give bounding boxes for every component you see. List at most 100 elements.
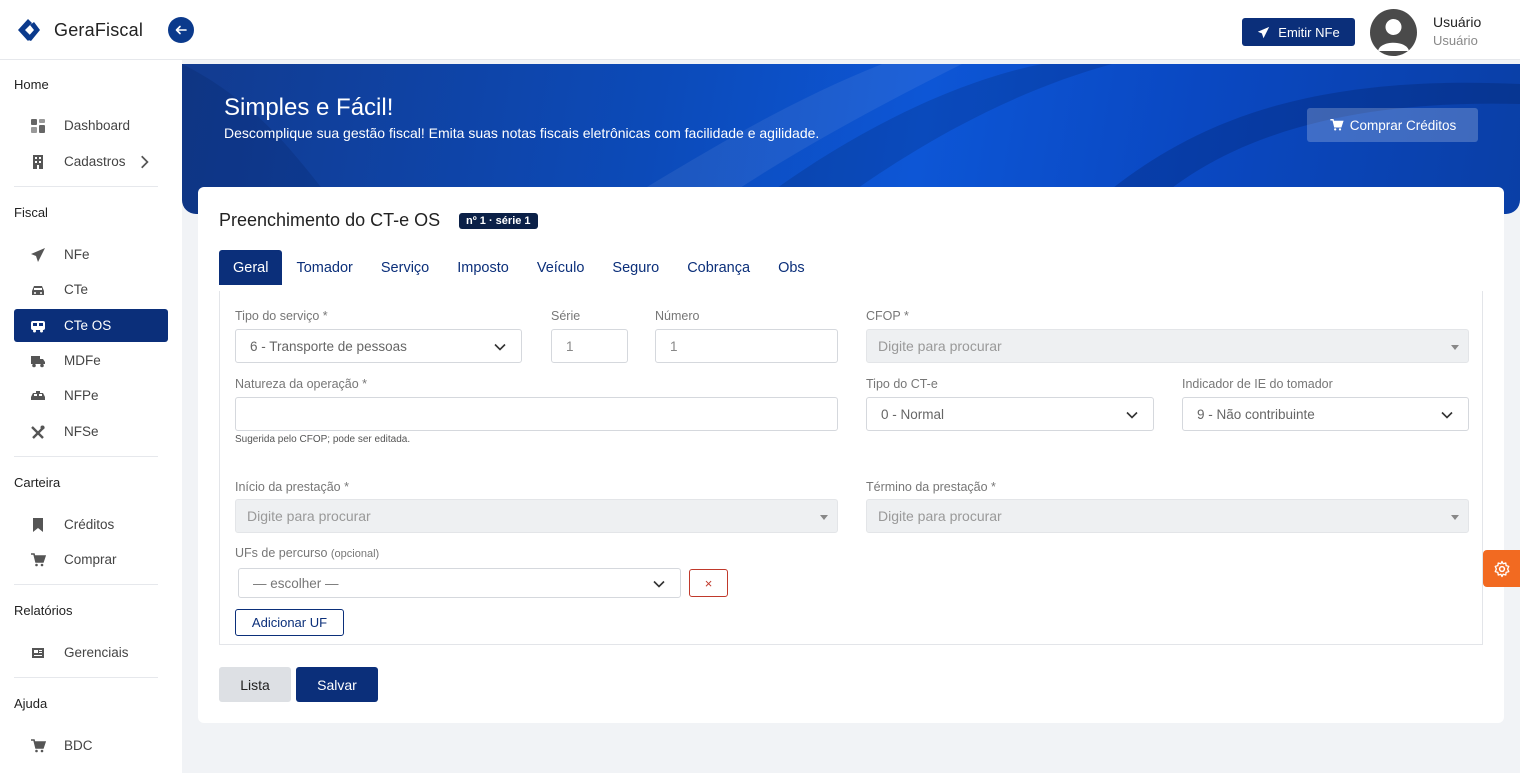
indicador-ie-value: 9 - Não contribuinte <box>1197 406 1315 422</box>
chevron-down-icon <box>653 580 665 588</box>
paper-plane-icon <box>31 247 45 262</box>
natureza-label: Natureza da operação * <box>235 377 368 391</box>
sidebar-item-cte[interactable]: CTe <box>14 273 168 306</box>
sidebar-section-ajuda: Ajuda <box>14 696 48 711</box>
tab-seguro[interactable]: Seguro <box>598 250 673 285</box>
tipo-servico-label: Tipo do serviço * <box>235 309 328 323</box>
caret-down-icon <box>820 515 828 520</box>
tab-cobranca[interactable]: Cobrança <box>673 250 764 285</box>
bookmark-icon <box>33 517 43 532</box>
truck-icon <box>31 355 45 367</box>
sidebar-section-fiscal: Fiscal <box>14 205 48 220</box>
sidebar-item-cte-os[interactable]: CTe OS <box>14 309 168 342</box>
termino-placeholder: Digite para procurar <box>878 508 1002 524</box>
cart-icon <box>1330 119 1344 131</box>
user-role: Usuário <box>1433 33 1478 48</box>
tab-servico[interactable]: Serviço <box>367 250 443 285</box>
sidebar-item-label: NFe <box>64 247 90 262</box>
brand-name: GeraFiscal <box>54 19 144 40</box>
inicio-placeholder: Digite para procurar <box>247 508 371 524</box>
save-button[interactable]: Salvar <box>296 667 378 702</box>
termino-search-select[interactable]: Digite para procurar <box>866 499 1469 533</box>
sidebar-item-label: Créditos <box>64 517 115 532</box>
settings-floating-button[interactable] <box>1483 550 1520 587</box>
numero-input[interactable]: 1 <box>655 329 838 363</box>
cfop-search-select[interactable]: Digite para procurar <box>866 329 1469 363</box>
tipo-servico-value: 6 - Transporte de pessoas <box>250 338 407 354</box>
emit-nfe-button[interactable]: Emitir NFe <box>1242 18 1355 46</box>
add-uf-button[interactable]: Adicionar UF <box>235 609 344 636</box>
indicador-ie-select[interactable]: 9 - Não contribuinte <box>1182 397 1469 431</box>
gear-icon <box>1494 560 1509 577</box>
chevron-down-icon <box>1441 411 1453 419</box>
tipo-cte-select[interactable]: 0 - Normal <box>866 397 1154 431</box>
sidebar-item-label: BDC <box>64 738 93 753</box>
cfop-label: CFOP * <box>866 309 909 323</box>
ufs-label: UFs de percurso (opcional) <box>235 546 379 560</box>
buy-credits-button[interactable]: Comprar Créditos <box>1307 108 1478 142</box>
tab-obs[interactable]: Obs <box>764 250 819 285</box>
cfop-placeholder: Digite para procurar <box>878 338 1002 354</box>
chevron-right-icon <box>141 155 149 169</box>
buy-credits-label: Comprar Créditos <box>1349 117 1457 133</box>
gerafiscal-logo-icon <box>18 19 40 41</box>
sidebar-section-home: Home <box>14 77 49 92</box>
divider <box>14 186 158 187</box>
sidebar-item-nfpe[interactable]: NFPe <box>14 379 168 412</box>
list-button[interactable]: Lista <box>219 667 291 702</box>
sidebar-item-label: NFPe <box>64 388 99 403</box>
natureza-input[interactable] <box>235 397 838 431</box>
inicio-search-select[interactable]: Digite para procurar <box>235 499 838 533</box>
cart-icon <box>31 738 46 752</box>
car-icon <box>32 285 44 295</box>
document-number-badge: nº 1 · série 1 <box>459 213 538 229</box>
divider <box>14 584 158 585</box>
tab-geral[interactable]: Geral <box>219 250 283 285</box>
sidebar-item-label: CTe OS <box>64 318 112 333</box>
sidebar-item-comprar[interactable]: Comprar <box>14 543 168 576</box>
tab-panel-geral: Tipo do serviço * 6 - Transporte de pess… <box>219 291 1483 645</box>
uf-percurso-value: — escolher — <box>253 575 339 591</box>
sidebar-item-bdc[interactable]: BDC <box>14 729 168 762</box>
serie-label: Série <box>551 309 581 323</box>
divider <box>14 456 158 457</box>
cart-icon <box>31 552 46 566</box>
sidebar-item-nfse[interactable]: NFSe <box>14 415 168 448</box>
tipo-servico-select[interactable]: 6 - Transporte de pessoas <box>235 329 522 363</box>
sidebar-item-nfe[interactable]: NFe <box>14 238 168 271</box>
sidebar-item-creditos[interactable]: Créditos <box>14 508 168 541</box>
cte-os-form-card: Preenchimento do CT-e OS nº 1 · série 1 … <box>198 187 1504 723</box>
form-tabs: Geral Tomador Serviço Imposto Veículo Se… <box>219 250 819 285</box>
serie-input[interactable]: 1 <box>551 329 628 363</box>
user-icon <box>1378 19 1409 51</box>
page-title: Preenchimento do CT-e OS <box>219 210 441 230</box>
caret-down-icon <box>1451 515 1459 520</box>
tools-icon <box>31 425 45 439</box>
banner-title: Simples e Fácil! <box>224 94 394 121</box>
top-bar: GeraFiscal Emitir NFe Usuário Usuário <box>0 0 1520 60</box>
inicio-label: Início da prestação * <box>235 480 349 494</box>
sidebar-item-gerenciais[interactable]: Gerenciais <box>14 636 168 669</box>
bus-icon <box>31 320 45 332</box>
remove-uf-button[interactable]: × <box>689 569 728 597</box>
tab-imposto[interactable]: Imposto <box>443 250 523 285</box>
collapse-sidebar-button[interactable] <box>168 17 194 43</box>
tab-tomador[interactable]: Tomador <box>282 250 366 285</box>
brand[interactable]: GeraFiscal <box>14 16 143 44</box>
arrow-left-icon <box>175 25 187 35</box>
chevron-down-icon <box>1126 411 1138 419</box>
numero-label: Número <box>655 309 700 323</box>
chevron-down-icon <box>494 343 506 351</box>
avatar[interactable] <box>1370 9 1417 56</box>
grid-icon <box>31 118 45 133</box>
sidebar-item-cadastros[interactable]: Cadastros <box>14 145 168 178</box>
sidebar-item-mdfe[interactable]: MDFe <box>14 344 168 377</box>
uf-percurso-select[interactable]: — escolher — <box>238 568 681 598</box>
tab-veiculo[interactable]: Veículo <box>523 250 599 285</box>
sidebar-section-relatorios: Relatórios <box>14 603 73 618</box>
termino-label: Término da prestação * <box>866 480 996 494</box>
sidebar-item-label: Comprar <box>64 552 117 567</box>
sidebar: Home Dashboard Cadastros Fiscal NFe CTe … <box>0 60 182 773</box>
serie-placeholder: 1 <box>566 338 574 354</box>
sidebar-item-dashboard[interactable]: Dashboard <box>14 109 168 142</box>
